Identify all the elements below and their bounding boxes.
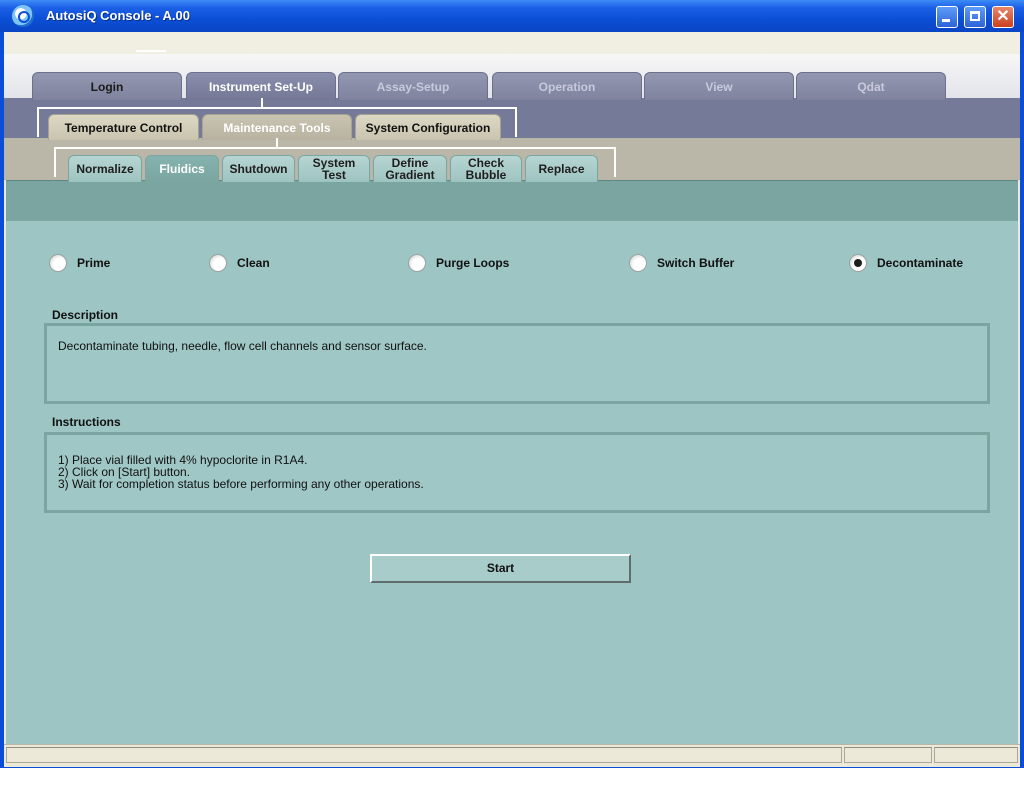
- tab-check-bubble[interactable]: Check Bubble: [450, 155, 522, 182]
- window-title: AutosiQ Console - A.00: [46, 8, 190, 23]
- instructions-label: Instructions: [52, 415, 121, 429]
- close-button[interactable]: ✕: [992, 6, 1014, 28]
- minimize-button[interactable]: [936, 6, 958, 28]
- status-bar: [4, 744, 1020, 767]
- menu-bar: [4, 32, 1020, 55]
- maximize-icon: [970, 11, 980, 21]
- radio-prime-label[interactable]: Prime: [77, 256, 110, 270]
- tab-maintenance-tools[interactable]: Maintenance Tools: [202, 114, 352, 140]
- fluidics-option-group: Prime Clean Purge Loops Switch Buffer De…: [0, 252, 1024, 276]
- instructions-panel: 1) Place vial filled with 4% hypoclorite…: [44, 432, 990, 513]
- status-cell-3: [934, 747, 1018, 763]
- radio-switch-buffer-label[interactable]: Switch Buffer: [657, 256, 734, 270]
- tab-system-test[interactable]: System Test: [298, 155, 370, 182]
- radio-clean-label[interactable]: Clean: [237, 256, 270, 270]
- status-cell-main: [6, 747, 842, 763]
- menu-bar-divider: [136, 50, 166, 52]
- maximize-button[interactable]: [964, 6, 986, 28]
- autosiq-app-icon[interactable]: [12, 5, 34, 27]
- description-panel: Decontaminate tubing, needle, flow cell …: [44, 323, 990, 404]
- instruction-line: 3) Wait for completion status before per…: [58, 477, 424, 491]
- tab-login[interactable]: Login: [32, 72, 182, 100]
- radio-purge-loops-label[interactable]: Purge Loops: [436, 256, 509, 270]
- tab-operation[interactable]: Operation: [492, 72, 642, 100]
- fluidics-header-band: [6, 180, 1018, 221]
- tab-qdat[interactable]: Qdat: [796, 72, 946, 100]
- radio-switch-buffer[interactable]: [629, 254, 647, 272]
- tab-normalize[interactable]: Normalize: [68, 155, 142, 182]
- tab-fluidics[interactable]: Fluidics: [145, 155, 219, 182]
- start-button[interactable]: Start: [370, 554, 631, 583]
- radio-purge-loops[interactable]: [408, 254, 426, 272]
- close-icon: ✕: [996, 8, 1010, 25]
- tab-instrument-set-up[interactable]: Instrument Set-Up: [186, 72, 336, 100]
- description-label: Description: [52, 308, 119, 322]
- tab-define-gradient[interactable]: Define Gradient: [373, 155, 447, 182]
- radio-prime[interactable]: [49, 254, 67, 272]
- tab-shutdown[interactable]: Shutdown: [222, 155, 295, 182]
- tab-system-configuration[interactable]: System Configuration: [355, 114, 501, 140]
- title-bar[interactable]: AutosiQ Console - A.00 ✕: [0, 0, 1024, 32]
- radio-clean[interactable]: [209, 254, 227, 272]
- radio-decontaminate[interactable]: [849, 254, 867, 272]
- minimize-icon: [942, 19, 950, 22]
- status-cell-2: [844, 747, 932, 763]
- description-text: Decontaminate tubing, needle, flow cell …: [58, 339, 427, 353]
- tab-view[interactable]: View: [644, 72, 794, 100]
- tab-assay-setup[interactable]: Assay-Setup: [338, 72, 488, 100]
- radio-decontaminate-label[interactable]: Decontaminate: [877, 256, 963, 270]
- tab-replace[interactable]: Replace: [525, 155, 598, 182]
- tab-temperature-control[interactable]: Temperature Control: [48, 114, 199, 140]
